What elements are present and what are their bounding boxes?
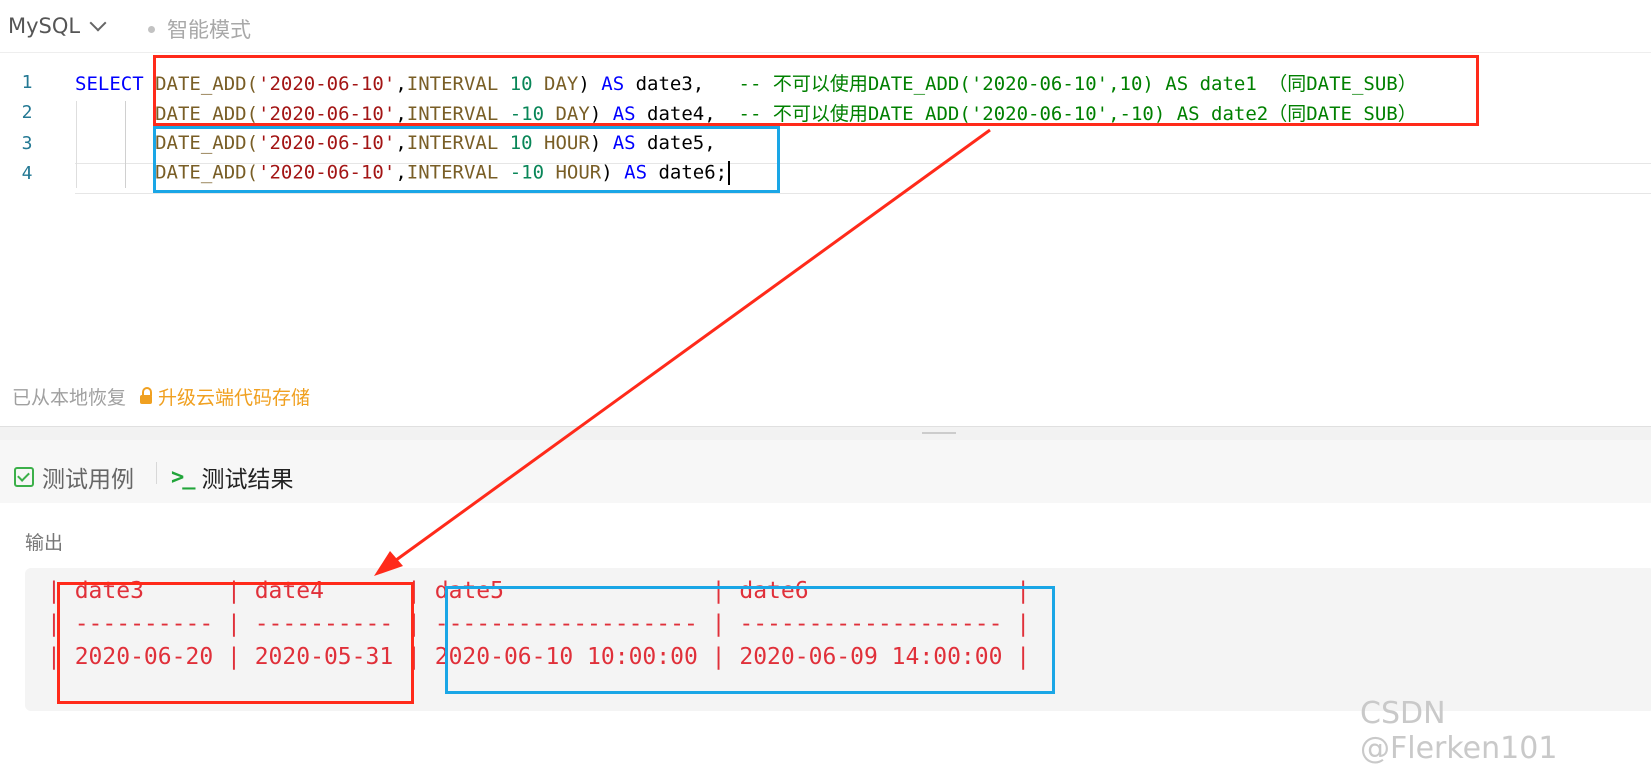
code-line[interactable]: 3 DATE_ADD('2020-06-10',INTERVAL 10 HOUR… bbox=[0, 128, 716, 158]
code-token: ) bbox=[601, 161, 625, 184]
watermark: CSDN @Flerken101 bbox=[1360, 696, 1558, 766]
code-token: , bbox=[395, 132, 407, 154]
code-token: -- 不可以使用DATE_ADD('2020-06-10',-10) AS da… bbox=[738, 102, 1417, 125]
code-token: AS bbox=[601, 72, 625, 95]
code-token: '2020-06-10' bbox=[258, 161, 396, 184]
drag-handle-icon[interactable] bbox=[922, 432, 956, 434]
code-token: SELECT bbox=[75, 72, 156, 95]
code-token: -- 不可以使用DATE_ADD('2020-06-10',10) AS dat… bbox=[738, 72, 1417, 95]
code-token: , bbox=[395, 72, 407, 95]
code-token: ) bbox=[578, 72, 602, 95]
checkbox-icon bbox=[14, 467, 34, 487]
code-token: date3, bbox=[624, 72, 739, 95]
tab-divider bbox=[156, 462, 157, 484]
tab-test-cases[interactable]: 测试用例 bbox=[14, 460, 134, 494]
code-token: INTERVAL bbox=[406, 72, 510, 95]
code-token: DATE_ADD( bbox=[155, 132, 259, 154]
code-token: ) bbox=[589, 102, 613, 125]
code-text: DATE_ADD('2020-06-10',INTERVAL -10 DAY) … bbox=[75, 99, 1417, 126]
output-value-row: | 2020-06-20 | 2020-05-31 | 2020-06-10 1… bbox=[47, 644, 1031, 670]
code-token: DAY bbox=[532, 72, 579, 95]
terminal-icon: >_ bbox=[171, 464, 195, 490]
output-header-row: | date3 | date4 | date5 | date6 | bbox=[47, 578, 1031, 604]
code-line[interactable]: 1 SELECT DATE_ADD('2020-06-10',INTERVAL 1… bbox=[0, 67, 1417, 97]
code-editor[interactable]: 1 SELECT DATE_ADD('2020-06-10',INTERVAL 1… bbox=[0, 53, 1651, 388]
output-separator-row: | ---------- | ---------- | ------------… bbox=[47, 611, 1031, 637]
line-number: 1 bbox=[21, 71, 33, 93]
language-selector[interactable]: MySQL bbox=[8, 14, 107, 38]
text-cursor bbox=[728, 161, 731, 185]
upgrade-cloud-link[interactable]: 升级云端代码存储 bbox=[140, 383, 310, 410]
restored-status: 已从本地恢复 bbox=[12, 387, 127, 409]
line-number: 3 bbox=[21, 132, 33, 154]
code-token: 10 bbox=[509, 72, 533, 95]
code-token: date6; bbox=[647, 161, 728, 184]
panel-splitter[interactable] bbox=[0, 426, 1651, 440]
language-label: MySQL bbox=[8, 14, 81, 38]
code-token: DATE_ADD( bbox=[155, 161, 259, 184]
code-token: '2020-06-10' bbox=[258, 132, 396, 154]
smart-mode-toggle[interactable]: 智能模式 bbox=[148, 14, 251, 44]
code-token: date5, bbox=[635, 132, 716, 154]
editor-toolbar: MySQL 智能模式 bbox=[0, 0, 1651, 53]
line-number: 2 bbox=[21, 101, 33, 123]
code-token: INTERVAL bbox=[406, 132, 510, 154]
code-text: DATE_ADD('2020-06-10',INTERVAL 10 HOUR) … bbox=[75, 132, 716, 154]
code-token: AS bbox=[624, 161, 648, 184]
code-token: date4, bbox=[635, 102, 739, 125]
code-token: -10 bbox=[509, 102, 545, 125]
mode-dot-icon bbox=[148, 25, 155, 33]
tab-test-results-label: 测试结果 bbox=[201, 467, 294, 493]
code-line[interactable]: 4 DATE_ADD('2020-06-10',INTERVAL -10 HOU… bbox=[0, 158, 731, 188]
code-token: , bbox=[395, 161, 407, 184]
code-text: DATE_ADD('2020-06-10',INTERVAL -10 HOUR)… bbox=[75, 161, 731, 185]
chevron-down-icon bbox=[89, 14, 107, 32]
tab-test-cases-label: 测试用例 bbox=[42, 467, 134, 493]
code-token: ) bbox=[589, 132, 613, 154]
code-token: DATE_ADD( bbox=[155, 72, 259, 95]
code-token: , bbox=[395, 102, 407, 125]
upgrade-label: 升级云端代码存储 bbox=[158, 387, 311, 409]
editor-status-bar: 已从本地恢复 升级云端代码存储 bbox=[12, 383, 310, 410]
code-token: AS bbox=[612, 132, 636, 154]
lock-icon bbox=[140, 387, 153, 404]
code-token: DAY bbox=[544, 102, 590, 125]
code-token: 10 bbox=[509, 132, 533, 154]
output-label: 输出 bbox=[25, 532, 64, 554]
code-token: HOUR bbox=[532, 132, 590, 154]
result-tabs: 测试用例 >_ 测试结果 bbox=[0, 440, 1651, 503]
code-token: INTERVAL bbox=[406, 161, 510, 184]
code-token: AS bbox=[612, 102, 636, 125]
code-line[interactable]: 2 DATE_ADD('2020-06-10',INTERVAL -10 DAY… bbox=[0, 97, 1417, 127]
tab-test-results[interactable]: >_ 测试结果 bbox=[171, 460, 294, 494]
code-token: '2020-06-10' bbox=[258, 102, 396, 125]
line-number: 4 bbox=[21, 162, 33, 184]
mode-label: 智能模式 bbox=[167, 18, 251, 42]
code-token: '2020-06-10' bbox=[258, 72, 396, 95]
code-token: -10 bbox=[509, 161, 545, 184]
code-text: SELECT DATE_ADD('2020-06-10',INTERVAL 10… bbox=[75, 69, 1417, 96]
code-token: DATE_ADD( bbox=[155, 102, 259, 125]
code-token: HOUR bbox=[544, 161, 602, 184]
code-token: INTERVAL bbox=[406, 102, 510, 125]
